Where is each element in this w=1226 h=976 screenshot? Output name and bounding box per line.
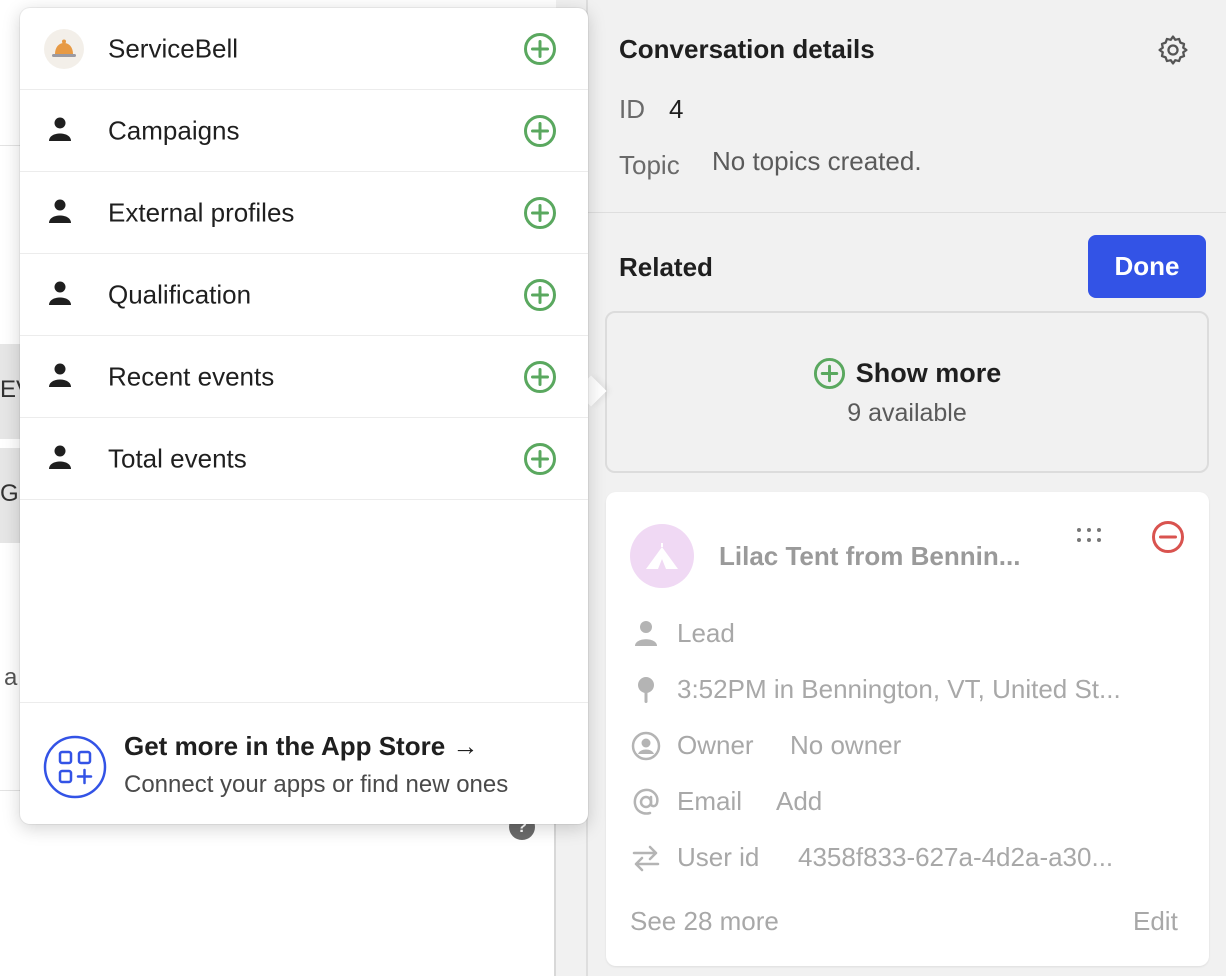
section-divider (588, 212, 1226, 213)
background-text: a (4, 664, 18, 691)
owner-value[interactable]: No owner (790, 730, 901, 761)
person-icon (49, 281, 71, 305)
app-icon (44, 28, 84, 69)
add-circle-icon[interactable] (523, 32, 557, 66)
owner-icon (631, 731, 661, 761)
userid-value: 4358f833-627a-4d2a-a30... (798, 842, 1114, 872)
app-store-icon (43, 735, 107, 799)
person-icon (49, 117, 71, 141)
show-more-row[interactable]: Show more (607, 357, 1207, 390)
bell-icon (44, 28, 84, 69)
company-card: Lilac Tent from Bennin... Lead 3:52PM in… (606, 492, 1209, 966)
at-sign-icon (633, 788, 659, 815)
swap-arrows-icon (632, 845, 660, 872)
userid-label: User id (677, 842, 760, 872)
company-location-row: 3:52PM in Bennington, VT, United St... (630, 670, 1190, 706)
company-email-row: Email Add (630, 782, 1190, 818)
edit-link[interactable]: Edit (1133, 906, 1178, 937)
tent-icon (646, 543, 678, 569)
app-picker-popover: ServiceBell Campaigns External profiles (20, 8, 588, 824)
person-icon (635, 621, 657, 646)
email-label: Email (677, 786, 743, 816)
app-store-subtitle: Connect your apps or find new ones (124, 771, 509, 798)
add-circle-icon[interactable] (523, 360, 557, 394)
remove-circle-icon[interactable] (1151, 520, 1185, 554)
company-owner-row: Owner No owner (630, 726, 1190, 762)
app-row-campaigns[interactable]: Campaigns (20, 90, 588, 172)
company-role-row: Lead (630, 614, 1190, 650)
id-value: 4 (669, 94, 684, 124)
app-row-servicebell[interactable]: ServiceBell (20, 8, 588, 90)
app-label: Qualification (108, 279, 252, 309)
company-location: 3:52PM in Bennington, VT, United St... (677, 674, 1121, 704)
app-store-title[interactable]: Get more in the App Store → (124, 731, 478, 762)
available-count: 9 available (847, 399, 967, 427)
topic-value: No topics created. (712, 146, 922, 176)
add-circle-icon[interactable] (523, 114, 557, 148)
drag-handle-icon[interactable] (1076, 526, 1104, 546)
app-label: External profiles (108, 197, 295, 227)
location-pin-icon (638, 677, 654, 703)
topic-label: Topic (619, 150, 680, 180)
done-button[interactable]: Done (1088, 235, 1206, 298)
app-row-qualification[interactable]: Qualification (20, 254, 588, 336)
add-circle-icon (813, 357, 845, 390)
gear-icon[interactable] (1156, 33, 1190, 67)
company-name[interactable]: Lilac Tent from Bennin... (719, 541, 1020, 572)
app-label: Total events (108, 443, 247, 473)
person-icon (49, 199, 71, 223)
app-label: Recent events (108, 361, 275, 391)
company-userid-row: User id 4358f833-627a-4d2a-a30... (630, 838, 1190, 874)
related-title: Related (619, 252, 713, 282)
company-avatar (630, 524, 694, 588)
add-circle-icon[interactable] (523, 442, 557, 476)
show-more-label[interactable]: Show more (856, 358, 1002, 389)
app-store-link[interactable]: Get more in the App Store → Connect your… (20, 702, 588, 824)
add-circle-icon[interactable] (523, 278, 557, 312)
add-circle-icon[interactable] (523, 196, 557, 230)
person-icon (49, 445, 71, 469)
conversation-details-title: Conversation details (619, 34, 875, 64)
app-label: Campaigns (108, 115, 240, 145)
see-more-link[interactable]: See 28 more (630, 906, 779, 937)
company-role: Lead (677, 618, 735, 648)
app-row-external-profiles[interactable]: External profiles (20, 172, 588, 254)
app-label: ServiceBell (108, 33, 239, 63)
app-row-total-events[interactable]: Total events (20, 418, 588, 500)
person-icon (49, 363, 71, 387)
owner-label: Owner (677, 730, 754, 760)
id-label: ID (619, 94, 645, 124)
email-add-link[interactable]: Add (776, 786, 822, 817)
show-more-card[interactable]: Show more 9 available (605, 311, 1209, 473)
app-row-recent-events[interactable]: Recent events (20, 336, 588, 418)
